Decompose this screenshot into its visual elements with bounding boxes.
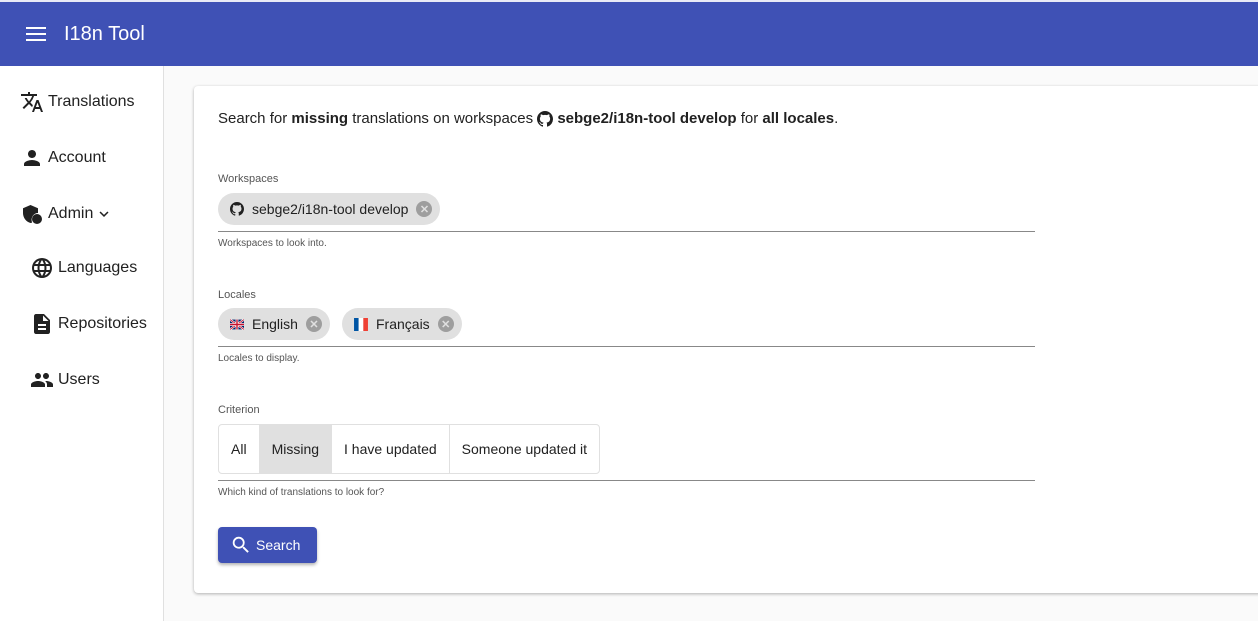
workspace-chip[interactable]: sebge2/i18n-tool develop ✕ <box>218 193 441 225</box>
github-icon <box>537 110 554 127</box>
criterion-hint: Which kind of translations to look for? <box>218 487 385 498</box>
sidebar-item-label: Languages <box>58 259 138 276</box>
sidebar-item-label: Users <box>58 371 100 388</box>
summary-text: for <box>736 110 763 127</box>
sidebar-item-label: Admin <box>48 205 94 222</box>
sidebar-item-label: Translations <box>48 93 135 110</box>
sidebar-item-users[interactable]: Users <box>30 368 100 392</box>
chip-label: Français <box>376 316 430 332</box>
search-icon <box>232 536 249 553</box>
remove-chip-icon[interactable]: ✕ <box>416 201 433 217</box>
chip-label: English <box>252 316 298 332</box>
menu-icon[interactable] <box>26 27 46 41</box>
search-button[interactable]: Search <box>218 527 317 563</box>
group-icon <box>31 373 53 387</box>
summary-text: Search for <box>218 110 292 127</box>
remove-chip-icon[interactable]: ✕ <box>305 316 322 332</box>
criterion-missing[interactable]: Missing <box>259 425 333 473</box>
sidebar: Translations Account Admin Languages Rep… <box>0 66 164 621</box>
summary-text: translations on workspaces <box>348 110 538 127</box>
locale-chip-english[interactable]: English ✕ <box>218 308 330 340</box>
locales-hint: Locales to display. <box>218 353 300 364</box>
locale-chip-francais[interactable]: Français ✕ <box>342 308 462 340</box>
search-button-label: Search <box>256 537 301 553</box>
sidebar-item-languages[interactable]: Languages <box>30 256 137 280</box>
uk-flag-icon <box>230 318 244 330</box>
sidebar-item-label: Repositories <box>58 315 147 332</box>
summary-text: . <box>834 110 839 127</box>
chip-label: sebge2/i18n-tool develop <box>252 201 409 217</box>
translate-icon <box>21 92 43 112</box>
criterion-underline <box>218 480 1035 481</box>
document-icon <box>34 314 50 334</box>
criterion-someone-updated[interactable]: Someone updated it <box>450 425 599 473</box>
summary-locales: all locales <box>762 110 835 127</box>
criterion-label: Criterion <box>218 404 260 416</box>
france-flag-icon <box>354 317 368 331</box>
sidebar-item-repositories[interactable]: Repositories <box>30 312 147 336</box>
criterion-toggle-group: All Missing I have updated Someone updat… <box>218 424 600 474</box>
criterion-i-have-updated[interactable]: I have updated <box>332 425 450 473</box>
summary-criterion: missing <box>291 110 349 127</box>
globe-icon <box>32 258 52 278</box>
person-icon <box>24 150 40 166</box>
github-icon <box>230 202 244 216</box>
criterion-all[interactable]: All <box>219 425 260 473</box>
summary-workspace: sebge2/i18n-tool develop <box>557 110 737 127</box>
workspaces-underline <box>218 231 1035 232</box>
sidebar-item-admin[interactable]: Admin <box>20 202 117 226</box>
search-summary: Search for missing translations on works… <box>218 110 838 127</box>
app-title: I18n Tool <box>64 22 145 45</box>
admin-shield-icon <box>23 205 42 224</box>
workspaces-hint: Workspaces to look into. <box>218 238 327 249</box>
workspaces-label: Workspaces <box>218 173 279 185</box>
sidebar-item-label: Account <box>48 149 106 166</box>
remove-chip-icon[interactable]: ✕ <box>437 316 454 332</box>
locales-underline <box>218 346 1035 347</box>
sidebar-item-translations[interactable]: Translations <box>20 90 135 114</box>
chevron-down-icon <box>99 211 109 217</box>
locales-label: Locales <box>218 289 256 301</box>
sidebar-item-account[interactable]: Account <box>20 146 106 170</box>
search-card: Search for missing translations on works… <box>194 86 1258 593</box>
app-toolbar: I18n Tool <box>0 2 1258 66</box>
